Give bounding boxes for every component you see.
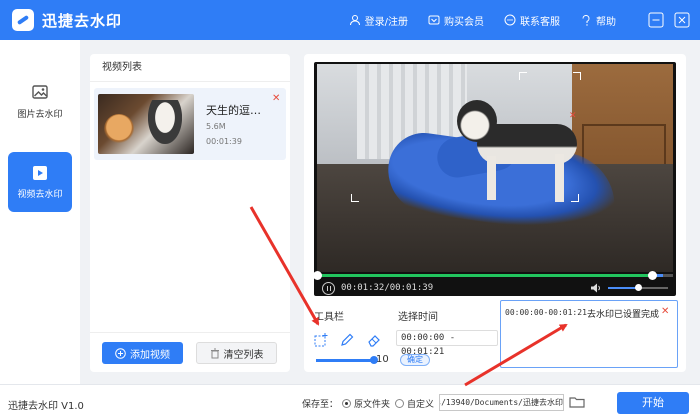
- login-label: 登录/注册: [364, 16, 408, 28]
- progress-knob[interactable]: [647, 271, 657, 280]
- playback-progress[interactable]: [314, 271, 673, 280]
- app-logo-icon: [12, 9, 34, 31]
- remove-video-icon[interactable]: ✕: [272, 93, 280, 104]
- radio-custom-label: 自定义: [407, 400, 435, 410]
- video-duration: 00:01:39: [206, 137, 242, 146]
- login-button[interactable]: 登录/注册: [349, 13, 408, 28]
- left-nav: 图片去水印 视频去水印: [0, 40, 80, 384]
- start-button[interactable]: 开始: [617, 392, 689, 414]
- folder-icon[interactable]: [569, 395, 585, 409]
- selection-corner[interactable]: [571, 194, 579, 202]
- pause-icon: [326, 285, 331, 291]
- video-list-header: 视频列表: [90, 54, 290, 82]
- task-status: 去水印已设置完成: [587, 310, 660, 320]
- video-size: 5.6M: [206, 122, 226, 131]
- video-frame[interactable]: ✕: [317, 64, 673, 272]
- image-icon: [32, 84, 48, 99]
- support-button[interactable]: 联系客服: [504, 13, 560, 28]
- volume-icon[interactable]: [590, 282, 602, 294]
- task-list: 00:00:00-00:01:21 去水印已设置完成 ✕: [500, 300, 678, 368]
- save-to-label: 保存至：: [302, 400, 339, 410]
- nav-video-label: 视频去水印: [17, 189, 63, 200]
- selection-corner[interactable]: [351, 194, 359, 202]
- nav-image-label: 图片去水印: [17, 109, 63, 120]
- save-path-input[interactable]: rs/13940/Documents/迅捷去水印: [439, 394, 564, 411]
- app-version: 迅捷去水印 V1.0: [8, 401, 84, 412]
- diamond-icon: [428, 15, 440, 25]
- player-controls: 00:01:32/00:01:39: [314, 280, 676, 296]
- radio-custom-folder[interactable]: 自定义: [395, 397, 434, 410]
- radio-dot: [395, 399, 404, 408]
- nav-image-watermark[interactable]: 图片去水印: [8, 72, 72, 132]
- radio-dot: [342, 399, 351, 408]
- support-label: 联系客服: [520, 16, 560, 28]
- volume-fill: [608, 287, 638, 289]
- close-window-icon[interactable]: [674, 12, 690, 28]
- brush-size-fill: [316, 359, 374, 362]
- help-button[interactable]: 帮助: [580, 13, 616, 28]
- clear-list-label: 清空列表: [223, 349, 264, 361]
- radio-original-label: 原文件夹: [354, 400, 391, 410]
- rectangle-select-icon[interactable]: [314, 333, 328, 347]
- minimize-icon[interactable]: [648, 12, 664, 28]
- selection-corner[interactable]: [573, 72, 581, 80]
- trash-icon: [210, 348, 219, 358]
- video-thumbnail: [98, 94, 194, 154]
- tools-label: 工具栏: [314, 312, 344, 323]
- plus-circle-icon: [115, 347, 126, 359]
- video-list-panel: 视频列表 天生的逗… 5.6M 00:01:39 ✕ 添加视频 清空列表: [90, 54, 290, 372]
- brush-size-slider[interactable]: [316, 356, 378, 364]
- top-actions: 登录/注册 购买会员 联系客服 帮助: [349, 0, 616, 40]
- title-bar: 迅捷去水印 登录/注册 购买会员 联系客服 帮助: [0, 0, 700, 40]
- pen-icon[interactable]: [340, 333, 354, 347]
- selection-corner[interactable]: [519, 72, 527, 80]
- selection-close-icon[interactable]: ✕: [569, 112, 577, 121]
- time-select-label: 选择时间: [398, 312, 438, 323]
- clear-list-button[interactable]: 清空列表: [196, 342, 277, 364]
- help-icon: [582, 15, 590, 26]
- user-icon: [349, 15, 360, 26]
- volume-slider[interactable]: [608, 284, 668, 291]
- buy-vip-label: 购买会员: [444, 16, 484, 28]
- confirm-button[interactable]: 确定: [400, 354, 430, 366]
- radio-original-folder[interactable]: 原文件夹: [342, 397, 390, 410]
- app-title: 迅捷去水印: [42, 11, 123, 30]
- list-item[interactable]: 天生的逗… 5.6M 00:01:39 ✕: [94, 88, 286, 160]
- remove-task-icon[interactable]: ✕: [661, 306, 669, 317]
- task-time-range: 00:00:00-00:01:21: [505, 308, 587, 317]
- buy-vip-button[interactable]: 购买会员: [428, 13, 484, 28]
- help-label: 帮助: [596, 16, 616, 28]
- time-range-input[interactable]: 00:00:00 - 00:01:21: [396, 330, 498, 357]
- pause-button[interactable]: [322, 281, 335, 295]
- volume-knob[interactable]: [635, 284, 642, 291]
- save-path-text: rs/13940/Documents/迅捷去水印: [439, 398, 563, 407]
- brush-size-value: 10: [376, 354, 389, 365]
- bottom-bar: 迅捷去水印 V1.0 保存至： 原文件夹 自定义 rs/13940/Docume…: [0, 384, 700, 420]
- video-icon: [33, 165, 47, 180]
- video-name: 天生的逗…: [206, 104, 261, 117]
- nav-video-watermark[interactable]: 视频去水印: [8, 152, 72, 212]
- progress-start-knob[interactable]: [314, 271, 322, 280]
- add-video-label: 添加视频: [130, 349, 170, 361]
- eraser-icon[interactable]: [367, 333, 381, 347]
- video-player[interactable]: ✕ 00:01:32/00:01:39: [314, 62, 676, 296]
- editor-panel: ✕ 00:01:32/00:01:39 工具栏 10 选择时间 00:00:00…: [304, 54, 686, 372]
- add-video-button[interactable]: 添加视频: [102, 342, 183, 364]
- progress-played: [317, 274, 652, 277]
- chat-icon: [504, 14, 516, 26]
- list-footer: 添加视频 清空列表: [90, 332, 290, 372]
- time-display: 00:01:32/00:01:39: [341, 283, 434, 293]
